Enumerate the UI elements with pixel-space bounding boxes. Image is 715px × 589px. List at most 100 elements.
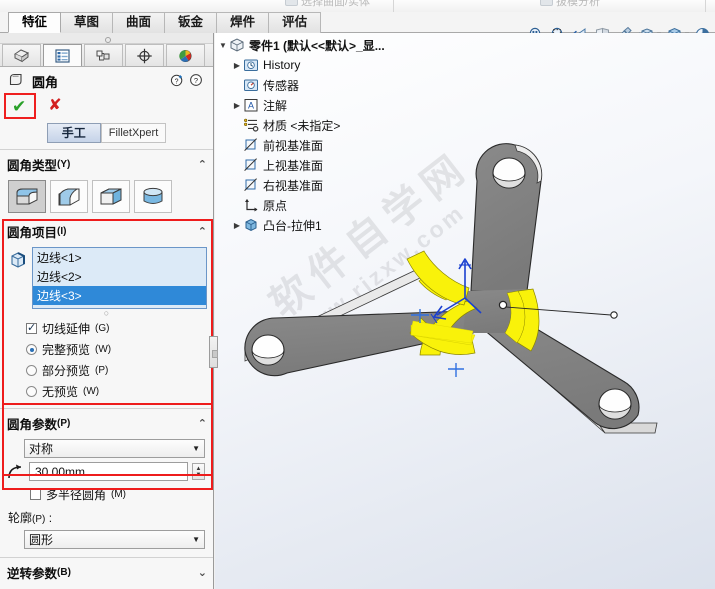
feature-manager-tab[interactable] (2, 44, 41, 66)
help-new-icon[interactable]: ? (170, 73, 184, 90)
help-icon[interactable]: ? (189, 73, 203, 90)
chevron-up-icon[interactable]: ⌃ (198, 417, 207, 430)
chevron-up-icon[interactable]: ⌃ (198, 158, 207, 171)
edge-list[interactable]: 边线<1> 边线<2> 边线<3> (32, 247, 207, 309)
tree-item-material[interactable]: 材质 <未指定> (217, 115, 432, 135)
face-fillet-button[interactable] (92, 180, 130, 213)
expand-arrow-icon[interactable]: ▶ (231, 61, 243, 70)
radius-stepper[interactable]: ▲ ▼ (192, 463, 205, 480)
list-resize-grip[interactable]: ○ (0, 309, 213, 318)
tree-root-part[interactable]: ▼ 零件1 (默认<<默认>_显... (217, 35, 432, 55)
tree-item-front-plane[interactable]: 前视基准面 (217, 135, 432, 155)
multi-radius-row[interactable]: 多半径圆角 (M) (0, 484, 213, 505)
tree-item-sensors[interactable]: 传感器 (217, 75, 432, 95)
tree-item-label: 右视基准面 (263, 178, 324, 193)
list-item[interactable]: 边线<1> (33, 248, 206, 267)
chevron-down-icon[interactable]: ⌄ (198, 566, 207, 579)
panel-tab-strip (0, 44, 213, 67)
plane-icon (243, 157, 259, 173)
manual-mode-tab[interactable]: 手工 (46, 123, 101, 143)
chevron-down-icon[interactable]: ▼ (192, 535, 200, 544)
tree-root-label: 零件1 (默认<<默认>_显... (249, 38, 385, 53)
no-preview-label: 无预览 (42, 385, 79, 399)
feature-tree: ▼ 零件1 (默认<<默认>_显... ▶ History 传感器 ▶ A 注解… (217, 35, 432, 235)
toolbar-divider-2 (705, 0, 706, 12)
partial-preview-radio[interactable] (26, 365, 37, 376)
cancel-button[interactable]: ✘ (48, 98, 61, 114)
symmetry-value: 对称 (29, 442, 54, 456)
ghost-tool-left[interactable]: 选择曲面/实体 (285, 0, 370, 9)
fillet-items-header[interactable]: 圆角项目 (I) ⌃ (0, 219, 213, 244)
tangent-propagation-row[interactable]: 切线延伸 (G) (0, 318, 213, 339)
property-manager-tab[interactable] (43, 44, 82, 66)
full-preview-label: 完整预览 (42, 343, 91, 357)
chevron-down-icon[interactable]: ▼ (192, 444, 200, 453)
panel-help-group: ? ? (170, 73, 207, 90)
divider (0, 557, 213, 558)
full-round-fillet-button[interactable] (134, 180, 172, 213)
tab-sheetmetal[interactable]: 钣金 (164, 12, 218, 33)
full-preview-hotkey: (W) (95, 344, 112, 355)
configuration-manager-tab[interactable] (84, 44, 123, 66)
draft-analysis-icon (540, 0, 553, 6)
tab-weldments[interactable]: 焊件 (216, 12, 270, 33)
tab-sketch[interactable]: 草图 (60, 12, 114, 33)
confirm-row: ✔ ✘ (0, 91, 213, 121)
full-preview-radio[interactable] (26, 344, 37, 355)
tree-item-boss-extrude1[interactable]: ▶ 凸台-拉伸1 (217, 215, 432, 235)
tree-item-top-plane[interactable]: 上视基准面 (217, 155, 432, 175)
ghost-tool-right[interactable]: 拔模分析 (540, 0, 600, 9)
tree-item-origin[interactable]: 原点 (217, 195, 432, 215)
multi-radius-label: 多半径圆角 (46, 488, 107, 502)
fillet-type-buttons (0, 177, 213, 219)
profile-colon: : (45, 511, 53, 525)
panel-grip[interactable] (0, 33, 213, 44)
filletxpert-mode-tab[interactable]: FilletXpert (100, 123, 167, 143)
profile-value: 圆形 (29, 533, 54, 547)
no-preview-radio[interactable] (26, 386, 37, 397)
expand-arrow-icon[interactable]: ▶ (231, 101, 243, 110)
tree-item-label: 材质 <未指定> (263, 118, 341, 133)
tree-item-right-plane[interactable]: 右视基准面 (217, 175, 432, 195)
no-preview-row[interactable]: 无预览 (W) (0, 381, 213, 402)
tree-item-history[interactable]: ▶ History (217, 55, 432, 75)
svg-text:?: ? (175, 78, 179, 85)
constant-size-fillet-button[interactable] (8, 180, 46, 213)
tab-features[interactable]: 特征 (8, 12, 62, 33)
material-icon (243, 117, 259, 133)
plane-icon (243, 177, 259, 193)
fillet-params-hotkey: (P) (57, 418, 71, 429)
full-preview-row[interactable]: 完整预览 (W) (0, 339, 213, 360)
setback-params-header[interactable]: 逆转参数 (B) ⌄ (0, 560, 213, 585)
surface-body-icon (285, 0, 298, 6)
tab-evaluate[interactable]: 评估 (268, 12, 322, 33)
tab-surfaces[interactable]: 曲面 (112, 12, 166, 33)
dimxpert-manager-tab[interactable] (125, 44, 164, 66)
fillet-type-header[interactable]: 圆角类型 (Y) ⌃ (0, 152, 213, 177)
edge-selection-icon (8, 250, 28, 270)
panel-splitter-handle[interactable] (209, 336, 218, 368)
expand-arrow-icon[interactable]: ▶ (231, 221, 243, 230)
expand-arrow-icon[interactable]: ▼ (217, 41, 229, 50)
edge-selection-row: 边线<1> 边线<2> 边线<3> (0, 244, 213, 309)
partial-preview-row[interactable]: 部分预览 (P) (0, 360, 213, 381)
fillet-params-header[interactable]: 圆角参数 (P) ⌃ (0, 411, 213, 436)
symmetry-dropdown[interactable]: 对称 ▼ (24, 439, 205, 458)
chevron-up-icon[interactable]: ⌃ (198, 225, 207, 238)
list-item[interactable]: 边线<3> (33, 286, 206, 305)
display-manager-tab[interactable] (166, 44, 205, 66)
fillet-params-header-label: 圆角参数 (7, 418, 58, 432)
list-item[interactable]: 边线<2> (33, 267, 206, 286)
solidworks-window: 选择曲面/实体 拔模分析 特征 草图 曲面 钣金 焊件 评估 圆角 ? ? ✔ … (0, 0, 715, 589)
tangent-propagation-checkbox[interactable] (26, 321, 37, 334)
mode-tab-group: 手工 FilletXpert (0, 123, 213, 143)
variable-size-fillet-button[interactable] (50, 180, 88, 213)
radius-input[interactable]: 30.00mm (29, 462, 188, 481)
fillet-icon (8, 72, 26, 91)
partial-preview-label: 部分预览 (42, 364, 91, 378)
profile-dropdown[interactable]: 圆形 ▼ (24, 530, 205, 549)
graphics-area[interactable]: 软件自学网 www.rjzxw.com ▼ 零件1 (默认<<默认>_显... … (215, 33, 715, 589)
multi-radius-checkbox[interactable] (30, 489, 41, 500)
divider (0, 408, 213, 409)
tree-item-annotations[interactable]: ▶ A 注解 (217, 95, 432, 115)
